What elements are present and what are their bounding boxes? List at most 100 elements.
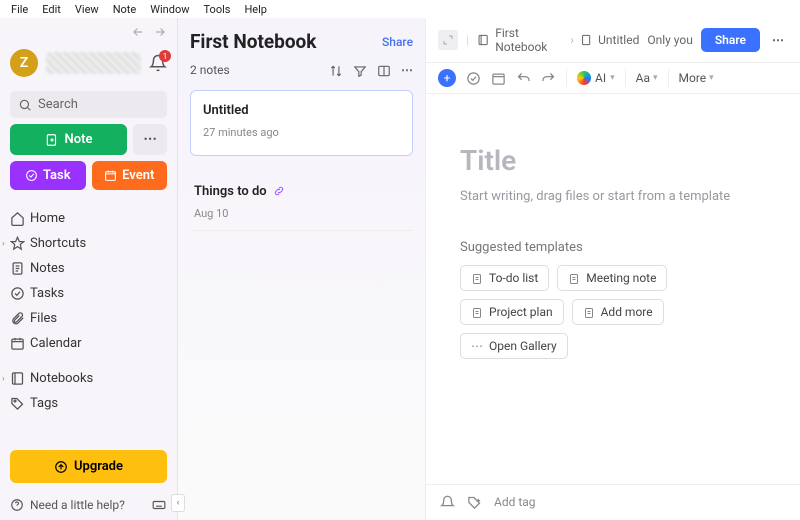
chevron-down-icon: ▾ <box>709 73 714 83</box>
sidebar-item-shortcuts[interactable]: › Shortcuts <box>0 231 177 256</box>
template-chip-meeting[interactable]: Meeting note <box>557 265 667 291</box>
avatar[interactable]: Z <box>10 49 38 77</box>
notebook-icon <box>10 371 25 386</box>
note-body-input[interactable]: Start writing, drag files or start from … <box>460 189 766 204</box>
template-chip-addmore[interactable]: Add more <box>572 299 664 325</box>
sidebar-item-label: Notebooks <box>30 371 93 386</box>
sidebar-item-label: Files <box>30 311 57 326</box>
sidebar-item-tasks[interactable]: Tasks <box>0 281 177 306</box>
notes-icon <box>10 261 25 276</box>
upgrade-icon <box>54 460 68 474</box>
sidebar-item-calendar[interactable]: Calendar <box>0 331 177 356</box>
more-icon[interactable]: ⋯ <box>768 33 788 47</box>
chevron-down-icon: ▾ <box>653 73 658 83</box>
ai-menu[interactable]: AI▾ <box>577 71 615 85</box>
nav-forward-icon[interactable] <box>153 24 167 39</box>
note-count: 2 notes <box>190 63 230 77</box>
undo-icon[interactable] <box>516 71 531 86</box>
view-icon[interactable] <box>377 63 391 78</box>
editor-column: | First Notebook › Untitled Only you Sha… <box>426 18 800 520</box>
share-button[interactable]: Share <box>701 28 760 52</box>
note-title-input[interactable]: Title <box>460 144 766 177</box>
link-icon <box>273 185 285 197</box>
template-chip-project[interactable]: Project plan <box>460 299 564 325</box>
redo-icon[interactable] <box>541 71 556 86</box>
sidebar-item-label: Shortcuts <box>30 236 86 251</box>
upgrade-button[interactable]: Upgrade <box>10 450 167 483</box>
chip-label: Add more <box>601 305 653 319</box>
doc-icon <box>471 271 483 285</box>
note-item[interactable]: Things to do Aug 10 <box>190 174 413 231</box>
menu-note[interactable]: Note <box>106 1 144 18</box>
calendar-icon <box>10 336 25 351</box>
notebook-title: First Notebook <box>190 30 316 53</box>
breadcrumb-notebook[interactable]: First Notebook <box>495 26 564 54</box>
sidebar-item-tags[interactable]: Tags <box>0 391 177 416</box>
new-event-label: Event <box>122 168 154 183</box>
clip-icon <box>10 311 25 326</box>
add-block-icon[interactable]: + <box>438 69 456 87</box>
note-date: 27 minutes ago <box>203 126 400 139</box>
template-chip-todo[interactable]: To-do list <box>460 265 549 291</box>
templates-header: Suggested templates <box>460 240 766 255</box>
breadcrumb-note[interactable]: Untitled <box>598 33 639 47</box>
new-task-button[interactable]: Task <box>10 161 86 190</box>
note-item-selected[interactable]: Untitled 27 minutes ago <box>190 90 413 156</box>
star-icon <box>10 236 25 251</box>
new-event-button[interactable]: Event <box>92 161 168 190</box>
more-icon[interactable]: ⋯ <box>401 63 413 78</box>
doc-icon <box>471 305 483 319</box>
note-plus-icon <box>45 133 59 147</box>
more-label: More <box>679 71 707 85</box>
collapse-sidebar-icon[interactable]: ‹ <box>171 494 185 512</box>
list-share-link[interactable]: Share <box>382 35 413 49</box>
breadcrumb[interactable]: First Notebook › Untitled <box>477 26 639 54</box>
note-title: Things to do <box>194 184 267 199</box>
reminder-icon[interactable] <box>440 495 455 510</box>
keyboard-icon[interactable] <box>151 497 167 512</box>
tag-icon <box>10 396 25 411</box>
chip-label: Project plan <box>489 305 553 319</box>
sort-icon[interactable] <box>329 63 343 78</box>
sidebar-item-notes[interactable]: Notes <box>0 256 177 281</box>
sidebar-item-home[interactable]: Home <box>0 206 177 231</box>
menu-file[interactable]: File <box>4 1 35 18</box>
text-style-menu[interactable]: Aa▾ <box>636 71 658 85</box>
nav-back-icon[interactable] <box>131 24 145 39</box>
expand-icon[interactable] <box>438 30 458 50</box>
note-list-column: First Notebook Share 2 notes ⋯ Untitled … <box>178 18 426 520</box>
event-icon <box>104 169 117 182</box>
chevron-right-icon[interactable]: › <box>2 374 5 384</box>
new-note-menu-button[interactable]: ⋯ <box>133 124 167 155</box>
doc-icon <box>568 271 580 285</box>
ai-label: AI <box>595 71 606 85</box>
toolbar-more[interactable]: More▾ <box>679 71 714 85</box>
sidebar-item-notebooks[interactable]: › Notebooks <box>0 366 177 391</box>
checklist-icon[interactable] <box>466 71 481 86</box>
insert-cal-icon[interactable] <box>491 71 506 86</box>
menu-edit[interactable]: Edit <box>35 1 68 18</box>
menu-help[interactable]: Help <box>237 1 274 18</box>
profile-name-redacted <box>46 52 141 74</box>
privacy-label[interactable]: Only you <box>647 33 693 47</box>
sidebar: Z 1 Search Note ⋯ Task Event Home › Short… <box>0 18 178 520</box>
search-icon <box>18 98 32 112</box>
upgrade-label: Upgrade <box>74 459 123 474</box>
new-note-label: Note <box>65 132 93 147</box>
add-tag-icon[interactable] <box>467 495 482 510</box>
new-task-label: Task <box>43 168 71 183</box>
search-placeholder: Search <box>38 97 78 112</box>
sidebar-item-files[interactable]: Files <box>0 306 177 331</box>
note-title: Untitled <box>203 103 400 118</box>
open-gallery-chip[interactable]: ⋯Open Gallery <box>460 333 568 359</box>
new-note-button[interactable]: Note <box>10 124 127 155</box>
menu-view[interactable]: View <box>68 1 106 18</box>
add-tag-input[interactable]: Add tag <box>494 495 536 509</box>
chevron-right-icon[interactable]: › <box>2 239 5 249</box>
menu-tools[interactable]: Tools <box>197 1 238 18</box>
filter-icon[interactable] <box>353 63 367 78</box>
menu-window[interactable]: Window <box>143 1 196 18</box>
notifications-icon[interactable]: 1 <box>149 54 167 72</box>
search-input[interactable]: Search <box>10 91 167 118</box>
help-link[interactable]: Need a little help? <box>10 498 125 512</box>
